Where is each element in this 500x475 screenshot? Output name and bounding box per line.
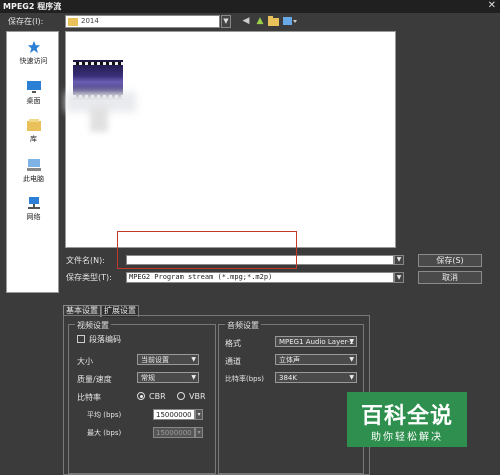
chevron-down-icon: ▼ (191, 374, 196, 381)
place-this-pc[interactable]: 此电脑 (7, 158, 60, 184)
cbr-label: CBR (149, 392, 166, 401)
quality-select[interactable]: 常规 ▼ (137, 372, 199, 383)
channel-label: 通道 (225, 357, 241, 366)
quality-value: 常规 (141, 374, 155, 382)
place-label: 网络 (26, 213, 41, 221)
size-value: 当前设置 (141, 356, 169, 364)
audio-channel-select[interactable]: 立体声 ▼ (275, 354, 357, 365)
computer-icon (26, 159, 41, 171)
chevron-down-icon[interactable]: ▼ (221, 15, 231, 28)
place-label: 此电脑 (23, 175, 44, 183)
place-library[interactable]: 库 (7, 118, 60, 144)
spinner-icon[interactable]: ▾ (195, 409, 203, 420)
network-icon (27, 197, 40, 209)
audio-bitrate-label: 比特率(bps) (225, 375, 264, 383)
audio-settings-group: 音频设置 格式 MPEG1 Audio Layer-2 ▼ 通道 立体声 ▼ 比特率… (218, 320, 364, 474)
audio-bitrate-value: 384K (279, 374, 297, 382)
place-quick-access[interactable]: 快速访问 (7, 40, 60, 66)
folder-icon (68, 18, 78, 26)
audio-bitrate-select[interactable]: 384K ▼ (275, 372, 357, 383)
save-in-value: 2014 (81, 17, 99, 25)
average-bitrate-input[interactable]: 15000000 (153, 409, 195, 420)
place-label: 库 (30, 135, 37, 143)
max-label: 最大 (bps) (87, 429, 122, 437)
up-folder-icon[interactable]: ▲ (254, 16, 266, 27)
place-desktop[interactable]: 桌面 (7, 80, 60, 106)
desktop-icon (26, 81, 41, 93)
chevron-down-icon: ▼ (191, 356, 196, 363)
vbr-radio[interactable] (177, 392, 185, 400)
save-button[interactable]: 保存(S) (418, 254, 482, 267)
settings-panel: 视频设置 段落编码 大小 当前设置 ▼ 质量/速度 常规 ▼ 比特率 CBR VBR… (63, 315, 370, 475)
chevron-down-icon[interactable]: ▼ (394, 272, 404, 283)
bitrate-label: 比特率 (77, 393, 101, 402)
place-label: 快速访问 (19, 57, 48, 65)
video-settings-group: 视频设置 段落编码 大小 当前设置 ▼ 质量/速度 常规 ▼ 比特率 CBR VBR… (68, 320, 216, 474)
size-select[interactable]: 当前设置 ▼ (137, 354, 199, 365)
save-in-combo[interactable]: 2014 (65, 15, 220, 28)
file-type-select[interactable]: MPEG2 Program stream (*.mpg;*.m2p) (126, 272, 394, 283)
quality-label: 质量/速度 (77, 375, 112, 384)
close-icon[interactable]: ✕ (488, 0, 496, 11)
field-coding-checkbox[interactable] (77, 335, 85, 343)
max-bitrate-input: 15000000 (153, 427, 195, 438)
watermark-logo: 百科全说 助你轻松解决 (347, 392, 467, 447)
new-folder-icon[interactable] (268, 16, 280, 27)
audio-format-select[interactable]: MPEG1 Audio Layer-2 ▼ (275, 336, 357, 347)
library-icon (26, 119, 41, 131)
window-title: MPEG2 程序流 (3, 2, 62, 11)
file-name-label: 文件名(N): (66, 256, 105, 265)
vbr-label: VBR (189, 392, 206, 401)
title-bar: MPEG2 程序流 ✕ (0, 0, 500, 13)
spinner-icon: ▾ (195, 427, 203, 438)
size-label: 大小 (77, 357, 93, 366)
chevron-down-icon: ▼ (349, 374, 354, 381)
cbr-radio[interactable] (137, 392, 145, 400)
file-type-label: 保存类型(T): (66, 273, 112, 282)
audio-group-title: 音频设置 (225, 320, 261, 331)
highlight-box (117, 231, 297, 269)
format-value: MPEG1 Audio Layer-2 (279, 338, 354, 346)
chevron-down-icon[interactable]: ▼ (394, 255, 404, 265)
format-label: 格式 (225, 339, 241, 348)
place-network[interactable]: 网络 (7, 196, 60, 222)
place-label: 桌面 (26, 97, 41, 105)
save-in-label: 保存在(I): (8, 17, 44, 26)
back-icon[interactable]: ◀ (240, 16, 252, 27)
chevron-down-icon: ▼ (349, 356, 354, 363)
video-group-title: 视频设置 (75, 320, 111, 331)
field-coding-label: 段落编码 (89, 335, 121, 344)
places-sidebar: 快速访问 桌面 库 此电脑 网络 (6, 31, 59, 293)
cancel-button[interactable]: 取消 (418, 271, 482, 284)
average-label: 平均 (bps) (87, 411, 122, 419)
watermark-title: 百科全说 (360, 404, 453, 429)
chevron-down-icon: ▼ (349, 338, 354, 345)
blurred-region (90, 106, 108, 132)
view-menu-icon[interactable] (283, 16, 297, 27)
file-list[interactable] (65, 31, 396, 248)
watermark-subtitle: 助你轻松解决 (371, 432, 443, 443)
star-icon (27, 40, 40, 54)
channel-value: 立体声 (279, 356, 300, 364)
